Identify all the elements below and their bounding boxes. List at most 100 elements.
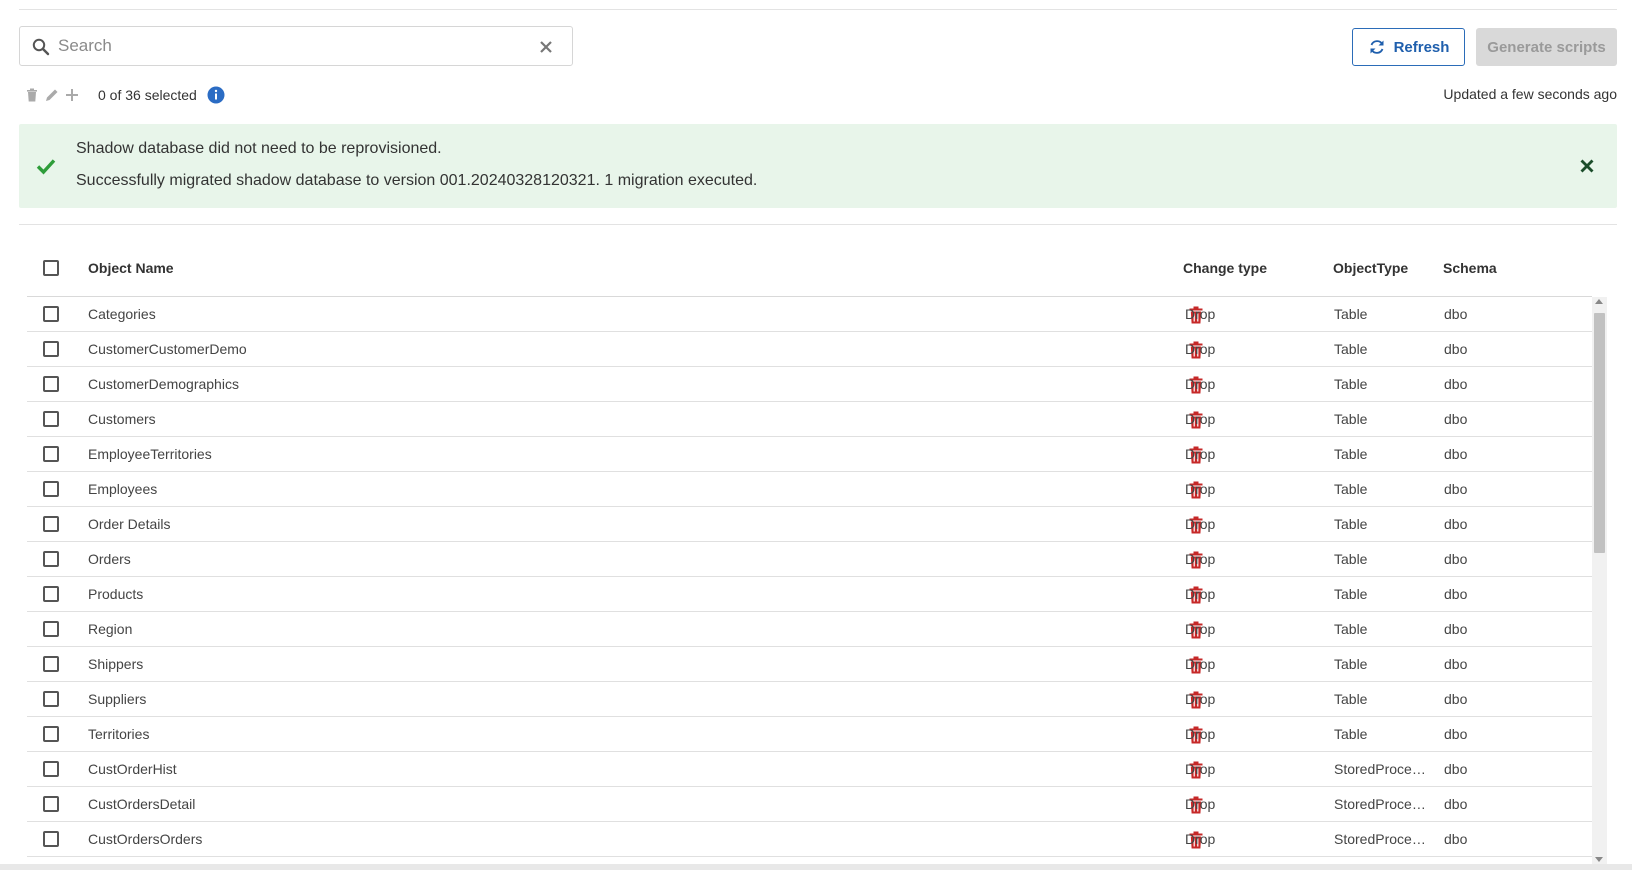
table-row[interactable]: Region Drop Table dbo: [27, 612, 1592, 647]
object-name-cell: CustomerDemographics: [88, 376, 239, 392]
table-row-partial[interactable]: [27, 857, 1592, 864]
object-name-cell: Products: [88, 586, 144, 602]
select-all-checkbox[interactable]: [43, 260, 59, 276]
object-name-cell: Shippers: [88, 656, 144, 672]
object-type-cell: StoredProce…: [1334, 831, 1426, 847]
table-row[interactable]: Customers Drop Table dbo: [27, 402, 1592, 437]
change-type-cell: Drop: [1185, 446, 1216, 462]
column-header-object-type[interactable]: ObjectType: [1333, 260, 1408, 276]
change-type-cell: Drop: [1185, 796, 1216, 812]
column-header-schema[interactable]: Schema: [1443, 260, 1497, 276]
table-row[interactable]: Shippers Drop Table dbo: [27, 647, 1592, 682]
row-checkbox[interactable]: [43, 446, 59, 462]
table-row[interactable]: Categories Drop Table dbo: [27, 297, 1592, 332]
generate-scripts-button[interactable]: Generate scripts: [1476, 28, 1617, 66]
scroll-thumb[interactable]: [1594, 313, 1605, 553]
table-row[interactable]: EmployeeTerritories Drop Table dbo: [27, 437, 1592, 472]
row-checkbox[interactable]: [43, 656, 59, 672]
schema-cell: dbo: [1444, 656, 1468, 672]
change-type-cell: Drop: [1185, 831, 1216, 847]
object-type-cell: StoredProce…: [1334, 796, 1426, 812]
info-icon[interactable]: [207, 86, 225, 104]
schema-cell: dbo: [1444, 306, 1468, 322]
schema-cell: dbo: [1444, 691, 1468, 707]
plus-icon[interactable]: [64, 87, 80, 103]
row-checkbox[interactable]: [43, 481, 59, 497]
selection-count: 0 of 36 selected: [98, 87, 197, 103]
object-type-cell: Table: [1334, 726, 1368, 742]
change-type-cell: Drop: [1185, 481, 1216, 497]
section-divider: [19, 224, 1617, 225]
schema-cell: dbo: [1444, 831, 1468, 847]
object-name-cell: Territories: [88, 726, 150, 742]
pencil-icon[interactable]: [44, 87, 60, 103]
table-row[interactable]: CustOrdersDetail Drop StoredProce… dbo: [27, 787, 1592, 822]
updated-status: Updated a few seconds ago: [1443, 86, 1617, 102]
success-alert: Shadow database did not need to be repro…: [19, 124, 1617, 208]
table-row[interactable]: Order Details Drop Table dbo: [27, 507, 1592, 542]
change-type-cell: Drop: [1185, 586, 1216, 602]
schema-cell: dbo: [1444, 586, 1468, 602]
object-type-cell: Table: [1334, 306, 1368, 322]
search-box[interactable]: [19, 26, 573, 66]
table-row[interactable]: CustomerDemographics Drop Table dbo: [27, 367, 1592, 402]
clear-icon[interactable]: [538, 39, 554, 55]
object-name-cell: CustOrderHist: [88, 761, 177, 777]
change-type-cell: Drop: [1185, 411, 1216, 427]
row-checkbox[interactable]: [43, 411, 59, 427]
object-type-cell: StoredProce…: [1334, 761, 1426, 777]
row-checkbox[interactable]: [43, 796, 59, 812]
close-icon[interactable]: [1579, 158, 1595, 174]
alert-message-line2: Successfully migrated shadow database to…: [76, 172, 758, 189]
change-type-cell: Drop: [1185, 656, 1216, 672]
refresh-button[interactable]: Refresh: [1352, 28, 1465, 66]
row-checkbox[interactable]: [43, 516, 59, 532]
change-type-cell: Drop: [1185, 306, 1216, 322]
table-row[interactable]: Orders Drop Table dbo: [27, 542, 1592, 577]
object-type-cell: Table: [1334, 586, 1368, 602]
table-row[interactable]: Territories Drop Table dbo: [27, 717, 1592, 752]
change-type-cell: Drop: [1185, 376, 1216, 392]
row-checkbox[interactable]: [43, 306, 59, 322]
top-divider: [19, 9, 1617, 10]
alert-message-line1: Shadow database did not need to be repro…: [76, 140, 442, 157]
row-checkbox[interactable]: [43, 726, 59, 742]
search-input[interactable]: [58, 27, 538, 65]
object-name-cell: Categories: [88, 306, 156, 322]
object-type-cell: Table: [1334, 481, 1368, 497]
scroll-up-arrow[interactable]: [1595, 299, 1603, 304]
row-checkbox[interactable]: [43, 586, 59, 602]
table-row[interactable]: CustOrderHist Drop StoredProce… dbo: [27, 752, 1592, 787]
bottom-scrollbar[interactable]: [0, 864, 1632, 870]
table-row[interactable]: Employees Drop Table dbo: [27, 472, 1592, 507]
row-checkbox[interactable]: [43, 376, 59, 392]
schema-cell: dbo: [1444, 516, 1468, 532]
scroll-down-arrow[interactable]: [1595, 857, 1603, 862]
table-scrollbar[interactable]: [1592, 297, 1607, 864]
row-checkbox[interactable]: [43, 831, 59, 847]
column-header-change-type[interactable]: Change type: [1183, 260, 1267, 276]
schema-cell: dbo: [1444, 551, 1468, 567]
object-name-cell: CustomerCustomerDemo: [88, 341, 247, 357]
change-type-cell: Drop: [1185, 341, 1216, 357]
refresh-label: Refresh: [1393, 38, 1450, 56]
table-header: Object Name Change type ObjectType Schem…: [27, 250, 1592, 297]
object-type-cell: Table: [1334, 621, 1368, 637]
table-row[interactable]: CustOrdersOrders Drop StoredProce… dbo: [27, 822, 1592, 857]
row-checkbox[interactable]: [43, 691, 59, 707]
change-type-cell: Drop: [1185, 691, 1216, 707]
row-checkbox[interactable]: [43, 341, 59, 357]
table-row[interactable]: CustomerCustomerDemo Drop Table dbo: [27, 332, 1592, 367]
object-name-cell: Order Details: [88, 516, 171, 532]
row-checkbox[interactable]: [43, 761, 59, 777]
table-row[interactable]: Products Drop Table dbo: [27, 577, 1592, 612]
trash-icon[interactable]: [24, 87, 40, 103]
object-type-cell: Table: [1334, 656, 1368, 672]
object-name-cell: Orders: [88, 551, 131, 567]
row-checkbox[interactable]: [43, 551, 59, 567]
column-header-object-name[interactable]: Object Name: [88, 260, 174, 276]
change-type-cell: Drop: [1185, 761, 1216, 777]
object-type-cell: Table: [1334, 341, 1368, 357]
row-checkbox[interactable]: [43, 621, 59, 637]
table-row[interactable]: Suppliers Drop Table dbo: [27, 682, 1592, 717]
